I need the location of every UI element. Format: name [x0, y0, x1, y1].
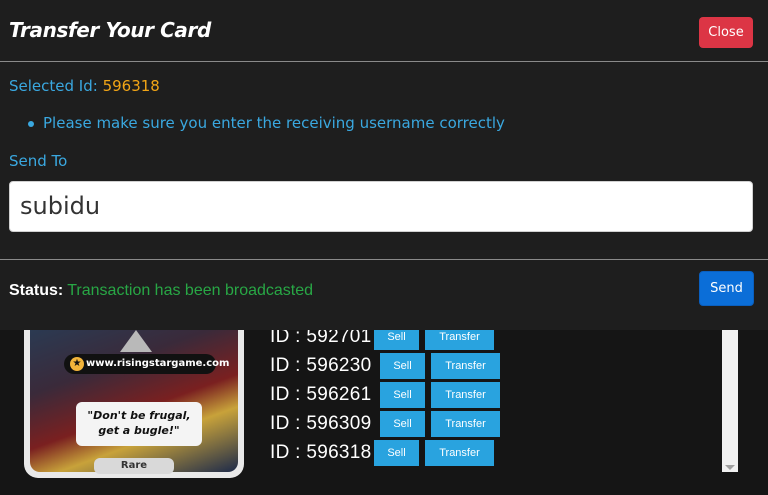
bugle-graphic [120, 330, 152, 352]
card-website: ★ www.risingstargame.com [64, 354, 229, 374]
card-id-row: ID : 596230 Sell Transfer [270, 351, 730, 380]
selected-id-value: 596318 [102, 77, 160, 95]
transfer-modal: Transfer Your Card Close Selected Id: 59… [0, 0, 768, 330]
transfer-button[interactable]: Transfer [425, 440, 494, 467]
send-to-input[interactable]: subidu [9, 181, 753, 232]
selected-id-label: Selected Id: [9, 77, 98, 95]
sell-button[interactable]: Sell [380, 352, 425, 379]
card-id-row: ID : 596309 Sell Transfer [270, 410, 730, 439]
scroll-down-arrow-icon[interactable] [725, 465, 735, 470]
card-id-row: ID : 596318 Sell Transfer [270, 439, 730, 468]
sell-button[interactable]: Sell [380, 411, 425, 438]
status-text: Transaction has been broadcasted [67, 282, 314, 299]
status-label: Status: [9, 282, 64, 299]
transfer-button[interactable]: Transfer [431, 381, 500, 408]
scrollbar[interactable] [722, 330, 738, 472]
star-icon: ★ [70, 357, 84, 371]
close-button[interactable]: Close [699, 17, 753, 48]
card-id-label: ID : 596230 [270, 354, 372, 376]
status-line: Status: Transaction has been broadcasted [9, 282, 313, 300]
card-website-text: www.risingstargame.com [86, 358, 230, 369]
modal-title: Transfer Your Card [9, 18, 211, 42]
sell-button[interactable]: Sell [380, 381, 425, 408]
card-id-label: ID : 596261 [270, 383, 372, 405]
card-id-label: ID : 596309 [270, 413, 372, 435]
send-button[interactable]: Send [699, 271, 754, 306]
card-rarity: Rare [94, 458, 174, 474]
selected-id-line: Selected Id: 596318 [9, 77, 160, 95]
card-id-label: ID : 596318 [270, 442, 372, 464]
card-quote: "Don't be frugal, get a bugle!" [76, 402, 202, 446]
card-art: ★ www.risingstargame.com "Don't be fruga… [30, 330, 238, 472]
transfer-button[interactable]: Transfer [431, 411, 500, 438]
send-to-label: Send To [9, 152, 68, 170]
sell-button[interactable]: Sell [374, 440, 419, 467]
card-id-row: ID : 596261 Sell Transfer [270, 380, 730, 409]
notice-text: Please make sure you enter the receiving… [43, 114, 505, 132]
modal-header: Transfer Your Card Close [0, 0, 768, 62]
transfer-button[interactable]: Transfer [431, 352, 500, 379]
bullet-icon [28, 120, 34, 127]
modal-footer: Status: Transaction has been broadcasted … [0, 259, 768, 330]
notice-item: Please make sure you enter the receiving… [28, 114, 505, 132]
card-image: ★ www.risingstargame.com "Don't be fruga… [24, 330, 244, 478]
card-id-list: ID : 592701 Sell Transfer ID : 596230 Se… [270, 322, 730, 468]
